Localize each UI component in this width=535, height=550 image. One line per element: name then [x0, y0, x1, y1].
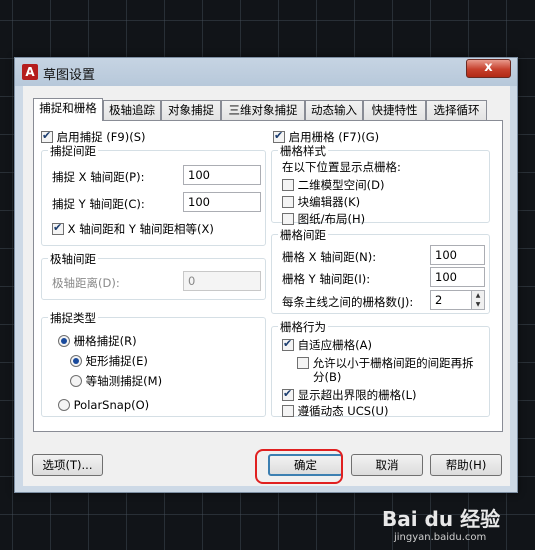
- snap-x-label: 捕捉 X 轴间距(P):: [52, 170, 145, 184]
- dialog-client-area: 捕捉和栅格 极轴追踪 对象捕捉 三维对象捕捉 动态输入 快捷特性 选择循环 启用…: [23, 86, 510, 486]
- snap-spacing-group: 捕捉间距 捕捉 X 轴间距(P): 100 捕捉 Y 轴间距(C): 100 X…: [41, 143, 266, 246]
- equal-spacing-checkbox[interactable]: X 轴间距和 Y 轴间距相等(X): [52, 221, 214, 237]
- rectangular-snap-radio[interactable]: 矩形捕捉(E): [70, 353, 148, 369]
- checkbox-box[interactable]: [41, 129, 53, 143]
- checkbox-box[interactable]: [282, 387, 294, 401]
- tab-selection-cycling[interactable]: 选择循环: [426, 100, 487, 120]
- group-title: 极轴间距: [48, 251, 98, 267]
- grid-y-spacing-input[interactable]: 100: [430, 267, 485, 287]
- stepper-up-icon[interactable]: ▲: [472, 291, 484, 300]
- major-line-stepper[interactable]: ▲ ▼: [471, 290, 485, 310]
- tab-polar-tracking[interactable]: 极轴追踪: [103, 100, 161, 120]
- tab-object-snap[interactable]: 对象捕捉: [161, 100, 221, 120]
- checkbox-box[interactable]: [282, 196, 294, 208]
- group-title: 栅格间距: [278, 227, 328, 243]
- cancel-button[interactable]: 取消: [351, 454, 423, 476]
- checkbox-box[interactable]: [282, 179, 294, 191]
- snap-y-spacing-input[interactable]: 100: [183, 192, 261, 212]
- radio-dot[interactable]: [58, 335, 70, 347]
- checkbox-box[interactable]: [273, 129, 285, 143]
- group-title: 捕捉间距: [48, 143, 98, 159]
- tab-quick-properties[interactable]: 快捷特性: [363, 100, 426, 120]
- group-title: 捕捉类型: [48, 310, 98, 326]
- watermark-url-text: jingyan.baidu.com: [394, 532, 487, 543]
- rectangular-snap-label: 矩形捕捉(E): [85, 354, 148, 368]
- polar-spacing-group: 极轴间距 极轴距离(D): 0: [41, 251, 266, 300]
- grid-block-editor-checkbox[interactable]: 块编辑器(K): [282, 194, 360, 210]
- equal-spacing-label: X 轴间距和 Y 轴间距相等(X): [67, 222, 214, 236]
- grid-paper-layout-label: 图纸/布局(H): [297, 212, 366, 226]
- radio-dot[interactable]: [70, 355, 82, 367]
- title-bar[interactable]: A 草图设置 x: [15, 58, 517, 86]
- baidu-jingyan-watermark: Bai du 经验 jingyan.baidu.com: [382, 503, 500, 543]
- grid-y-label: 栅格 Y 轴间距(I):: [282, 272, 371, 286]
- ok-button-highlight-annotation: [255, 449, 343, 484]
- grid-snap-label: 栅格捕捉(R): [73, 334, 137, 348]
- follow-dynamic-ucs-label: 遵循动态 UCS(U): [297, 404, 389, 418]
- isometric-snap-radio[interactable]: 等轴测捕捉(M): [70, 373, 162, 389]
- options-button[interactable]: 选项(T)...: [32, 454, 103, 476]
- display-beyond-limits-label: 显示超出界限的栅格(L): [297, 388, 417, 402]
- polarsnap-radio[interactable]: PolarSnap(O): [58, 398, 149, 412]
- snap-y-label: 捕捉 Y 轴间距(C):: [52, 197, 145, 211]
- grid-2d-model-space-checkbox[interactable]: 二维模型空间(D): [282, 177, 384, 193]
- grid-style-group: 栅格样式 在以下位置显示点栅格: 二维模型空间(D) 块编辑器(K) 图纸/布局…: [271, 143, 490, 226]
- polar-distance-input[interactable]: 0: [183, 271, 261, 291]
- grid-style-hint: 在以下位置显示点栅格:: [282, 160, 401, 174]
- adaptive-grid-label: 自适应栅格(A): [297, 338, 372, 352]
- adaptive-grid-checkbox[interactable]: 自适应栅格(A): [282, 337, 372, 353]
- group-title: 栅格样式: [278, 143, 328, 159]
- polar-distance-label: 极轴距离(D):: [52, 276, 120, 290]
- tab-snap-and-grid[interactable]: 捕捉和栅格: [33, 98, 103, 121]
- checkbox-box[interactable]: [282, 405, 294, 417]
- grid-block-editor-label: 块编辑器(K): [297, 195, 361, 209]
- stepper-down-icon[interactable]: ▼: [472, 300, 484, 309]
- polarsnap-label: PolarSnap(O): [73, 398, 150, 412]
- checkbox-box[interactable]: [297, 357, 309, 369]
- autocad-app-icon: A: [22, 64, 38, 80]
- enable-grid-label: 启用栅格 (F7)(G): [288, 130, 380, 144]
- group-title: 栅格行为: [278, 319, 328, 335]
- subdivide-label-line-2: 分(B): [313, 370, 342, 384]
- grid-paper-layout-checkbox[interactable]: 图纸/布局(H): [282, 211, 365, 227]
- radio-dot[interactable]: [70, 375, 82, 387]
- subdivide-label: 允许以小于栅格间距的间距再拆: [312, 356, 474, 370]
- checkbox-box[interactable]: [52, 221, 64, 235]
- major-line-input[interactable]: 2: [430, 290, 472, 310]
- grid-x-label: 栅格 X 轴间距(N):: [282, 250, 377, 264]
- major-line-label: 每条主线之间的栅格数(J):: [282, 295, 414, 309]
- close-button[interactable]: x: [466, 59, 511, 78]
- grid-2d-model-space-label: 二维模型空间(D): [297, 178, 385, 192]
- grid-spacing-group: 栅格间距 栅格 X 轴间距(N): 100 栅格 Y 轴间距(I): 100 每…: [271, 227, 490, 314]
- follow-dynamic-ucs-checkbox[interactable]: 遵循动态 UCS(U): [282, 403, 388, 419]
- watermark-main-text: Bai du 经验: [382, 507, 501, 531]
- display-beyond-limits-checkbox[interactable]: 显示超出界限的栅格(L): [282, 387, 417, 403]
- checkbox-box[interactable]: [282, 337, 294, 351]
- grid-snap-radio[interactable]: 栅格捕捉(R): [58, 333, 137, 349]
- snap-type-group: 捕捉类型 栅格捕捉(R) 矩形捕捉(E) 等轴测捕捉(M) PolarSnap(…: [41, 310, 266, 417]
- tab-dynamic-input[interactable]: 动态输入: [305, 100, 363, 120]
- drafting-settings-dialog: A 草图设置 x 捕捉和栅格 极轴追踪 对象捕捉 三维对象捕捉 动态输入 快捷特…: [14, 57, 518, 493]
- isometric-snap-label: 等轴测捕捉(M): [85, 374, 163, 388]
- grid-x-spacing-input[interactable]: 100: [430, 245, 485, 265]
- radio-dot[interactable]: [58, 399, 70, 411]
- checkbox-box[interactable]: [282, 213, 294, 225]
- tab-3d-object-snap[interactable]: 三维对象捕捉: [221, 100, 305, 120]
- window-title: 草图设置: [43, 68, 96, 83]
- enable-snap-label: 启用捕捉 (F9)(S): [56, 130, 146, 144]
- grid-behavior-group: 栅格行为 自适应栅格(A) 允许以小于栅格间距的间距再拆 分(B) 显示超出界限…: [271, 319, 490, 419]
- help-button[interactable]: 帮助(H): [430, 454, 502, 476]
- snap-and-grid-panel: 启用捕捉 (F9)(S) 捕捉间距 捕捉 X 轴间距(P): 100 捕捉 Y …: [33, 120, 503, 432]
- snap-x-spacing-input[interactable]: 100: [183, 165, 261, 185]
